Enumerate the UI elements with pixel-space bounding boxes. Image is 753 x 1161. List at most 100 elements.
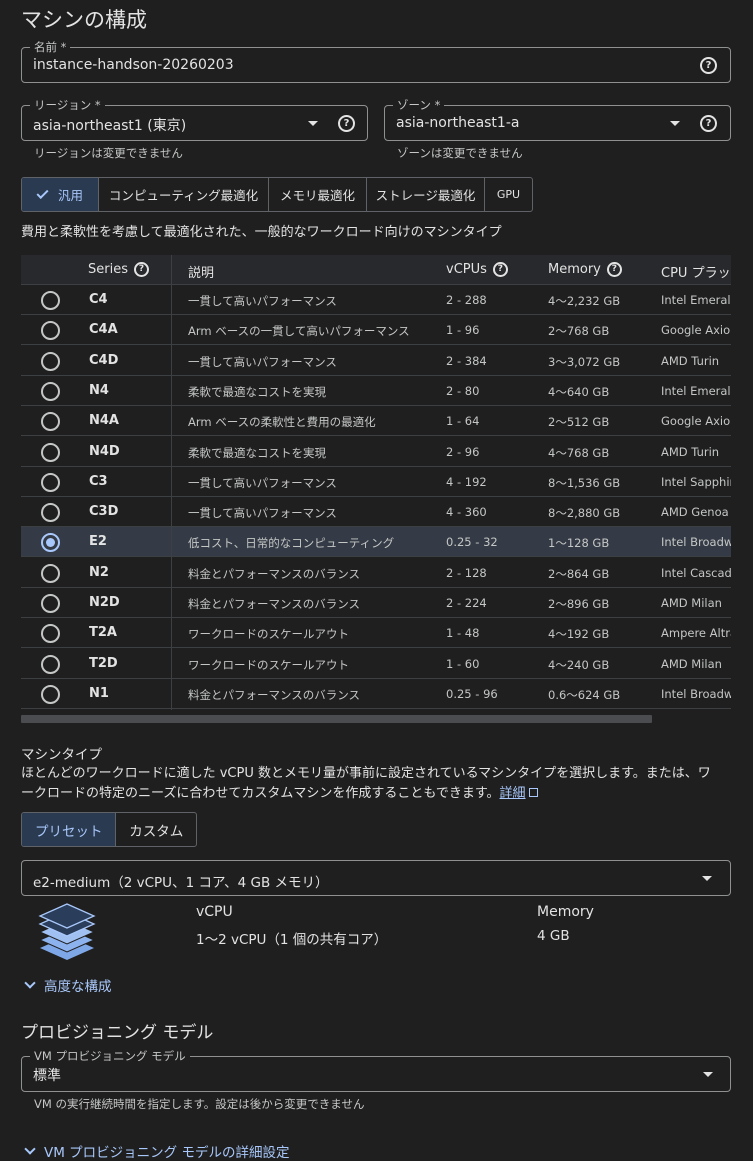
machine-type-description: ほとんどのワークロードに適した vCPU 数とメモリ量が事前に設定されているマシ… [21,764,721,804]
description-cell: 柔軟で最適なコストを実現 [188,445,326,460]
radio-button[interactable] [41,533,60,553]
memory-cell: 1～128 GB [548,536,610,551]
description-cell: 一貫して高いパフォーマンス [188,506,337,521]
memory-cell: 4～640 GB [548,384,610,399]
name-field[interactable]: 名前 * instance-handson-20260203 ? [21,39,731,83]
help-icon[interactable]: ? [338,115,355,132]
series-cell: C4A [89,322,118,338]
region-select[interactable]: リージョン * asia-northeast1 (東京) ? [21,97,368,141]
description-cell: 料金とパフォーマンスのバランス [188,597,361,611]
learn-more-link[interactable]: 詳細 [500,786,526,801]
tab-preset[interactable]: プリセット [22,813,117,846]
table-row[interactable]: N4 柔軟で最適なコストを実現 2 - 80 4～640 GB Intel Emeral… [21,376,731,406]
zone-select-value: asia-northeast1-a [396,115,520,131]
table-row[interactable]: C3D 一貫して高いパフォーマンス 4 - 360 8～2,880 GB AMD Gen… [21,497,731,528]
radio-button[interactable] [41,684,60,704]
table-row[interactable]: E2 低コスト、日常的なコンピューティング 0.25 - 32 1～128 GB Int… [21,527,731,558]
series-cell: T2D [89,655,118,671]
vcpus-cell: 0.25 - 96 [446,686,498,701]
series-cell: C3D [89,504,119,520]
table-row[interactable]: C3 一貫して高いパフォーマンス 4 - 192 8～1,536 GB Intel Sa… [21,467,731,497]
zone-hint: ゾーンは変更できません [397,146,523,160]
table-row[interactable]: T2D ワークロードのスケールアウト 1 - 60 4～240 GB AMD Milan [21,649,731,679]
radio-button[interactable] [41,624,60,644]
table-row[interactable]: N4A Arm ベースの柔軟性と費用の最適化 1 - 64 2～512 GB Googl… [21,406,731,437]
tab-gpu[interactable]: GPU [485,178,532,211]
chevron-down-icon [703,1072,713,1077]
help-icon[interactable]: ? [133,262,149,277]
chevron-down-icon [670,121,680,126]
vcpus-cell: 2 - 128 [446,565,487,580]
vcpus-cell: 2 - 224 [446,596,487,610]
cpu-platform-cell: Intel Emerald Rapids [661,293,731,307]
tab-general-purpose[interactable]: 汎用 [22,178,99,211]
help-icon[interactable]: ? [700,115,717,132]
radio-button[interactable] [41,442,60,462]
advanced-config-label: 高度な構成 [44,979,112,995]
series-cell: C4 [89,292,108,307]
radio-button[interactable] [41,381,60,401]
series-cell: E2 [89,534,107,550]
tab-custom[interactable]: カスタム [116,813,196,846]
column-label: Series [88,262,128,277]
help-icon[interactable]: ? [606,262,622,277]
memory-cell: 8～1,536 GB [548,475,621,490]
description-cell: 一貫して高いパフォーマンス [188,294,337,308]
column-divider [171,255,172,710]
machine-family-tabs: 汎用 コンピューティング最適化 メモリ最適化 ストレージ最適化 GPU [21,177,533,212]
layers-icon [38,903,96,960]
radio-button[interactable] [41,594,60,613]
table-row[interactable]: N2 料金とパフォーマンスのバランス 2 - 128 2～864 GB Intel Ca… [21,558,731,588]
table-row[interactable]: C4A Arm ベースの一貫して高いパフォーマンス 1 - 96 2～768 GB Go… [21,315,731,346]
cpu-platform-cell: Intel Broadwell [661,686,731,701]
radio-button[interactable] [41,503,60,523]
memory-value: 4 GB [537,928,570,944]
table-row[interactable]: N4D 柔軟で最適なコストを実現 2 - 96 4～768 GB AMD Turin [21,437,731,467]
table-row[interactable]: C4D 一貫して高いパフォーマンス 2 - 384 3～3,072 GB AMD Tur… [21,346,731,376]
vcpus-cell: 2 - 80 [446,383,480,398]
region-select-label: リージョン * [30,97,105,113]
tab-label: 汎用 [57,188,83,203]
memory-cell: 2～864 GB [548,566,610,581]
cpu-platform-cell: Intel Emerald Rapids [661,383,731,398]
zone-select[interactable]: ゾーン * asia-northeast1-a ? [384,97,731,141]
machine-type-select-value: e2-medium（2 vCPU、1 コア、4 GB メモリ） [33,875,329,891]
memory-cell: 4～240 GB [548,657,610,672]
chevron-down-icon [308,121,318,126]
description-cell: 柔軟で最適なコストを実現 [188,384,326,399]
radio-button[interactable] [41,351,60,371]
radio-button[interactable] [41,321,60,341]
tab-memory-optimized[interactable]: メモリ最適化 [269,178,367,211]
table-row[interactable]: T2A ワークロードのスケールアウト 1 - 48 4～192 GB Ampere Al… [21,618,731,649]
memory-heading: Memory [537,904,594,920]
radio-button[interactable] [41,472,60,492]
help-icon[interactable]: ? [700,57,717,74]
table-header: Series? 説明 vCPUs? Memory? CPU プラットフォーム [21,255,731,285]
column-header-series: Series? [88,262,149,277]
column-header-memory: Memory? [548,262,622,277]
table-row[interactable]: C4 一貫して高いパフォーマンス 2 - 288 4～2,232 GB Intel Em… [21,285,731,315]
tab-compute-optimized[interactable]: コンピューティング最適化 [99,178,269,211]
radio-button[interactable] [41,412,60,432]
memory-cell: 4～768 GB [548,445,610,460]
radio-button[interactable] [41,291,60,310]
provisioning-advanced-toggle[interactable]: VM プロビジョニング モデルの詳細設定 [24,1141,289,1161]
provisioning-model-select[interactable]: VM プロビジョニング モデル 標準 [21,1048,731,1092]
memory-cell: 0.6～624 GB [548,687,621,702]
radio-button[interactable] [41,654,60,674]
memory-cell: 8～2,880 GB [548,506,621,521]
tab-storage-optimized[interactable]: ストレージ最適化 [367,178,485,211]
scrollbar-thumb[interactable] [21,715,652,723]
description-cell: 低コスト、日常的なコンピューティング [188,536,395,551]
table-row[interactable]: N1 料金とパフォーマンスのバランス 0.25 - 96 0.6～624 GB Inte… [21,679,731,709]
name-field-value[interactable]: instance-handson-20260203 [33,57,234,73]
cpu-platform-cell: Intel Broadwell [661,535,731,550]
machine-type-select[interactable]: e2-medium（2 vCPU、1 コア、4 GB メモリ） [21,860,731,896]
advanced-config-toggle[interactable]: 高度な構成 [24,975,112,995]
radio-button[interactable] [41,563,60,583]
help-icon[interactable]: ? [492,262,508,277]
vcpus-cell: 1 - 64 [446,414,480,429]
column-header-vcpus: vCPUs? [446,262,508,277]
table-row[interactable]: N2D 料金とパフォーマンスのバランス 2 - 224 2～896 GB AMD Mil… [21,588,731,618]
chevron-down-icon [24,1142,36,1155]
